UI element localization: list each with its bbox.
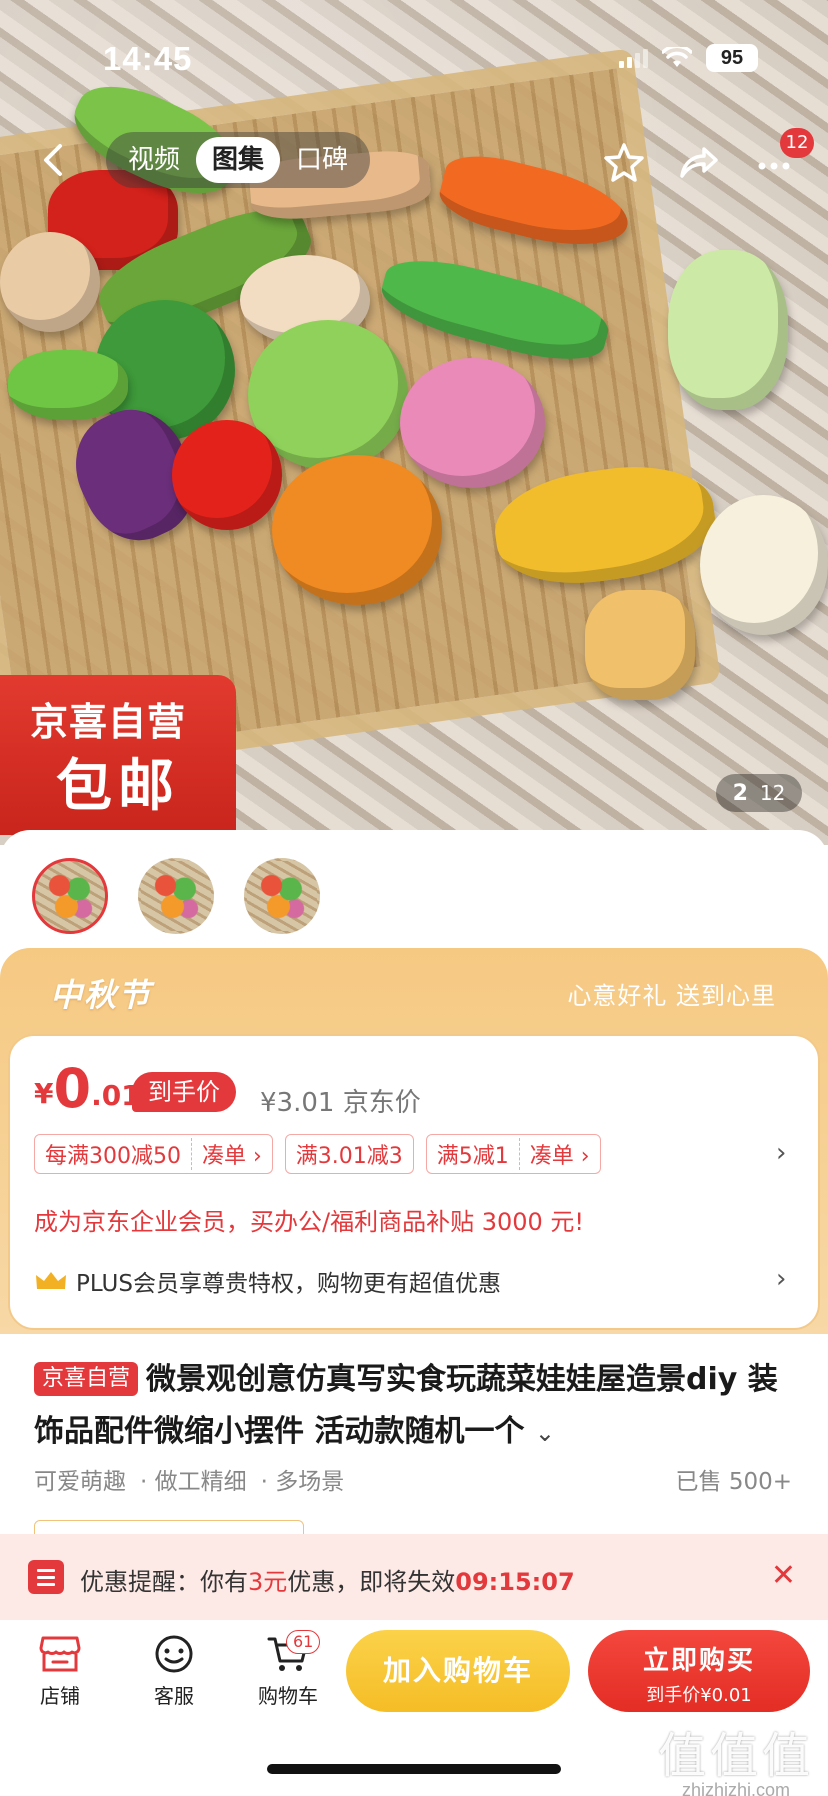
- plus-chevron-icon[interactable]: ›: [776, 1264, 786, 1294]
- coupon-tag[interactable]: 每满300减50 凑单 ›: [34, 1134, 273, 1174]
- feature-tag: · 多场景: [260, 1469, 345, 1495]
- store-label: 店铺: [40, 1684, 80, 1708]
- festival-title: 中秋节: [50, 976, 153, 1014]
- back-arrow-icon[interactable]: [36, 140, 72, 180]
- store-button[interactable]: 店铺: [20, 1634, 100, 1709]
- veg-bokchoy: [668, 250, 788, 410]
- coupon-text: 满3.01减3: [295, 1144, 403, 1169]
- coupon-action[interactable]: 凑单 ›: [518, 1138, 600, 1170]
- coupon-list[interactable]: 每满300减50 凑单 › 满3.01减3 满5减1 凑单 ›: [34, 1134, 601, 1174]
- jingxi-self-operated-tag: 京喜自营: [34, 1362, 139, 1396]
- reminder-prefix: 优惠提醒：你有: [80, 1568, 248, 1596]
- customer-service-label: 客服: [154, 1684, 194, 1708]
- customer-service-button[interactable]: 客服: [134, 1634, 214, 1709]
- notification-badge: 12: [780, 128, 814, 158]
- store-icon: [39, 1636, 81, 1672]
- promo-tag-line1: 京喜自营: [30, 700, 187, 744]
- customer-service-icon: [155, 1635, 193, 1673]
- final-price-chip: 到手价: [132, 1072, 236, 1112]
- reminder-text: 优惠提醒：你有3元优惠，即将失效09:15:07: [80, 1562, 575, 1597]
- price-integer: 0: [53, 1057, 92, 1120]
- wifi-icon: [662, 47, 692, 67]
- product-title-text: 微景观创意仿真写实食玩蔬菜娃娃屋造景diy 装饰品配件微缩小摆件 活动款随机一个: [34, 1362, 778, 1449]
- reminder-icon: [28, 1560, 64, 1594]
- sold-count: 已售 500+: [675, 1469, 792, 1495]
- veg-tomato: [172, 420, 282, 530]
- battery-indicator: 95: [706, 44, 758, 72]
- watermark-logo: 值值值: [657, 1728, 814, 1784]
- promo-tag-line2: 包邮: [56, 754, 180, 819]
- plus-member-text: PLUS会员享尊贵特权，购物更有超值优惠: [76, 1271, 501, 1297]
- reminder-middle: 优惠，即将失效: [287, 1568, 456, 1596]
- status-icons: 95: [619, 44, 758, 72]
- promo-tag: 京喜自营 包邮: [0, 675, 236, 835]
- veg-ginger: [585, 590, 695, 700]
- coupon-chevron-icon[interactable]: ›: [776, 1138, 786, 1168]
- coupon-text: 每满300减50: [45, 1144, 181, 1169]
- thumbnail-1[interactable]: [32, 858, 108, 934]
- feature-tag: · 做工精细: [140, 1469, 247, 1495]
- image-page-indicator: 2 12: [716, 774, 802, 812]
- currency-symbol: ¥: [34, 1077, 54, 1110]
- thumbnail-strip: [32, 858, 320, 934]
- cart-count-badge: 61: [286, 1630, 321, 1654]
- buy-now-label: 立即购买: [642, 1646, 755, 1676]
- festival-slogan: 心意好礼 送到心里: [567, 982, 776, 1010]
- favorite-star-icon[interactable]: [602, 140, 646, 184]
- product-title[interactable]: 京喜自营 微景观创意仿真写实食玩蔬菜娃娃屋造景diy 装饰品配件微缩小摆件 活动款…: [34, 1354, 804, 1459]
- close-icon[interactable]: ✕: [771, 1558, 796, 1593]
- veg-mushroom: [0, 232, 100, 332]
- feature-tag: 可爱萌趣: [34, 1469, 126, 1495]
- thumbnail-3[interactable]: [244, 858, 320, 934]
- home-indicator[interactable]: [267, 1764, 561, 1774]
- total-pages: 12: [759, 781, 786, 805]
- plus-member-row[interactable]: PLUS会员享尊贵特权，购物更有超值优惠: [34, 1264, 501, 1298]
- cellular-signal-icon: [619, 48, 648, 68]
- tab-reviews[interactable]: 口碑: [280, 137, 364, 183]
- buy-now-price: 到手价¥0.01: [646, 1685, 752, 1706]
- feature-tags: 可爱萌趣 · 做工精细 · 多场景: [34, 1462, 344, 1496]
- crown-icon: [36, 1272, 66, 1289]
- final-price: ¥ 0 .01: [34, 1062, 141, 1116]
- veg-pumpkin: [272, 455, 442, 605]
- coupon-tag[interactable]: 满5减1 凑单 ›: [425, 1134, 601, 1174]
- add-to-cart-button[interactable]: 加入购物车: [346, 1630, 570, 1712]
- coupon-action[interactable]: 凑单 ›: [191, 1138, 272, 1170]
- tab-video[interactable]: 视频: [112, 137, 196, 183]
- reminder-amount: 3元: [248, 1568, 288, 1596]
- buy-now-button[interactable]: 立即购买 到手价¥0.01: [588, 1630, 810, 1712]
- status-time: 14:45: [103, 40, 193, 77]
- current-page: 2: [732, 780, 748, 806]
- enterprise-member-text[interactable]: 成为京东企业会员，买办公/福利商品补贴 3000 元!: [34, 1202, 584, 1237]
- site-watermark: 值值值 zhizhizhi.com: [658, 1716, 814, 1796]
- tab-gallery[interactable]: 图集: [196, 137, 281, 183]
- media-tabs: 视频 图集 口碑: [106, 132, 371, 188]
- veg-cauliflower: [700, 495, 828, 635]
- cart-label: 购物车: [258, 1684, 318, 1708]
- coupon-text: 满5减1: [436, 1144, 509, 1169]
- coupon-tag[interactable]: 满3.01减3: [284, 1134, 414, 1174]
- share-icon[interactable]: [676, 140, 720, 184]
- veg-greenpepper: [8, 350, 128, 420]
- product-image-gallery[interactable]: 14:45 95 视频 图集 口碑 12 京喜自营 包邮 2 12: [0, 0, 828, 845]
- reminder-countdown: 09:15:07: [455, 1568, 575, 1596]
- veg-onion: [400, 358, 545, 488]
- thumbnail-2[interactable]: [138, 858, 214, 934]
- jd-price: ¥3.01 京东价: [260, 1088, 421, 1118]
- expand-chevron-icon[interactable]: ⌄: [535, 1419, 555, 1447]
